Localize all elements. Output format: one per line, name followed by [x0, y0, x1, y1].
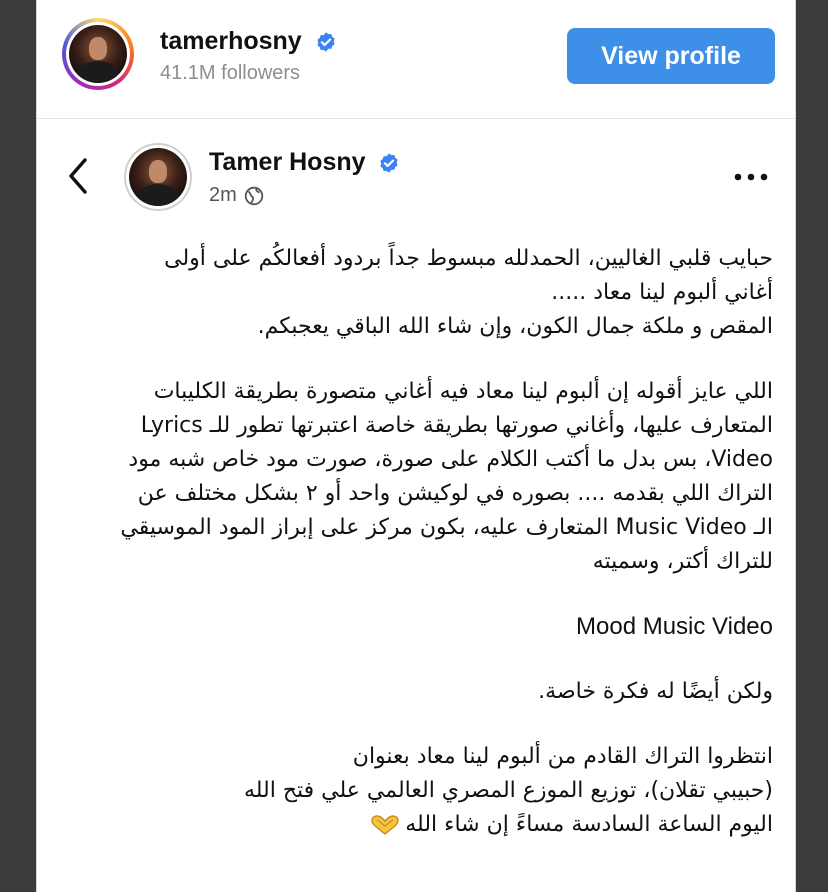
chevron-left-icon[interactable] — [65, 154, 91, 198]
header-divider — [37, 118, 795, 119]
profile-avatar-ring[interactable] — [62, 18, 134, 90]
post-body: حبايب قلبي الغاليين، الحمدلله مبسوط جداً… — [71, 242, 773, 873]
post-line: Mood Music Video — [576, 613, 773, 640]
profile-username[interactable]: tamerhosny — [160, 27, 337, 56]
post-line: التراك اللي بقدمه .... بصوره في لوكيشن و… — [137, 481, 773, 506]
post-line: حبايب قلبي الغاليين، الحمدلله مبسوط جداً… — [164, 246, 773, 271]
post-line: اليوم الساعة السادسة مساءً إن شاء الله — [71, 808, 773, 842]
post-meta: 2m — [209, 184, 264, 207]
profile-avatar[interactable] — [66, 22, 130, 86]
post-paragraph: اللي عايز أقوله إن ألبوم لينا معاد فيه أ… — [71, 375, 773, 579]
post-line: اللي عايز أقوله إن ألبوم لينا معاد فيه أ… — [153, 379, 773, 404]
post-line: أغاني ألبوم لينا معاد ..... — [551, 280, 773, 305]
post-line: المقص و ملكة جمال الكون، وإن شاء الله ال… — [257, 314, 773, 339]
embed-card: tamerhosny 41.1M followers View profile … — [36, 0, 796, 892]
followers-count: 41.1M followers — [160, 62, 301, 84]
post-paragraph: انتظروا التراك القادم من ألبوم لينا معاد… — [71, 740, 773, 842]
post-line: (حبيبي تقلان)، توزيع الموزع المصري العال… — [243, 778, 773, 803]
post-line: انتظروا التراك القادم من ألبوم لينا معاد… — [352, 744, 773, 769]
post-author-name[interactable]: Tamer Hosny — [209, 148, 400, 177]
view-profile-button[interactable]: View profile — [567, 28, 775, 84]
post-paragraph: ولكن أيضًا له فكرة خاصة. — [71, 675, 773, 709]
avatar-photo — [69, 25, 127, 83]
username-text[interactable]: tamerhosny — [160, 27, 302, 55]
globe-icon — [244, 186, 263, 205]
post-avatar-photo — [129, 148, 187, 206]
verified-badge-icon — [317, 32, 335, 53]
verified-badge-icon — [380, 153, 399, 174]
post-paragraph: Mood Music Video — [71, 610, 773, 644]
post-author-avatar[interactable] — [124, 143, 192, 211]
heart-hands-emoji — [371, 815, 399, 835]
post-line: Video، بس بدل ما أكتب الكلام على صورة، ص… — [128, 447, 773, 472]
more-options-icon[interactable] — [733, 167, 769, 187]
post-line: الـ Music Video المتعارف عليه، بكون مركز… — [120, 515, 773, 540]
post-line: للتراك أكتر، وسميته — [592, 549, 773, 574]
post-paragraph: حبايب قلبي الغاليين، الحمدلله مبسوط جداً… — [71, 242, 773, 344]
post-line: المتعارف عليها، وأغاني صورتها بطريقة خاص… — [140, 413, 773, 438]
author-name-text[interactable]: Tamer Hosny — [209, 148, 366, 176]
post-line: ولكن أيضًا له فكرة خاصة. — [538, 679, 773, 704]
post-line-text: اليوم الساعة السادسة مساءً إن شاء الله — [405, 812, 773, 837]
post-time[interactable]: 2m — [209, 184, 237, 207]
